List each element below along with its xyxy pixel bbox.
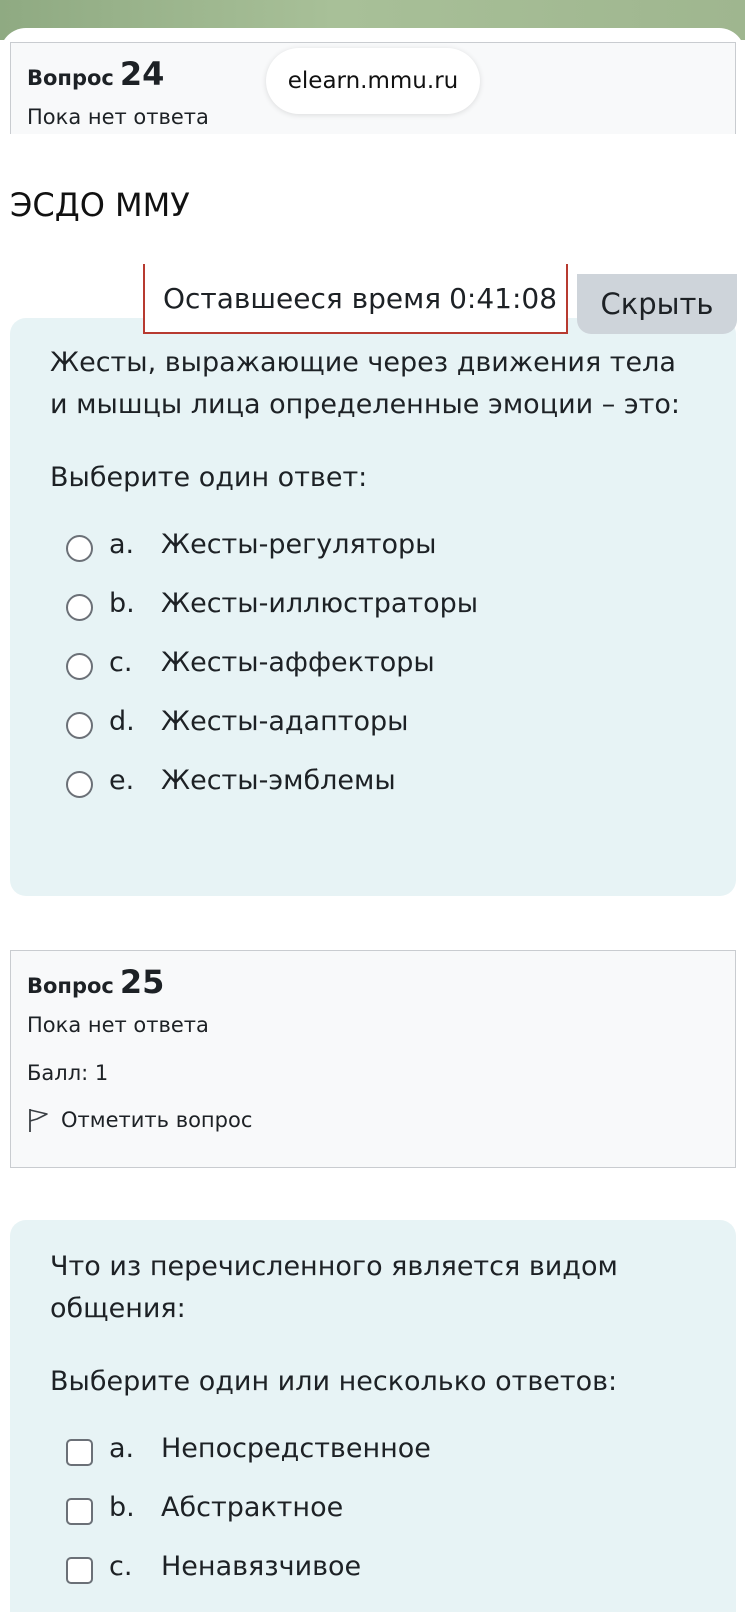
answer-option-a[interactable]: a. Жесты-регуляторы [50,515,736,574]
question-info-25: Вопрос 25 Пока нет ответа Балл: 1 Отмети… [10,950,736,1168]
hide-timer-button[interactable]: Скрыть [577,274,737,334]
answer-prompt: Выберите один или несколько ответов: [50,1366,618,1397]
question-number: Вопрос 25 [27,963,719,1001]
answer-label[interactable]: Жесты-адапторы [161,706,408,737]
radio-button[interactable] [66,594,93,621]
timer-label: Оставшееся время [163,281,442,315]
checkbox[interactable] [66,1557,93,1584]
answer-label[interactable]: Ненавязчивое [161,1551,361,1582]
answer-label[interactable]: Жесты-регуляторы [161,529,436,560]
answer-option-b[interactable]: b. Жесты-иллюстраторы [50,574,736,633]
radio-button[interactable] [66,653,93,680]
answer-option-b[interactable]: b. Абстрактное [50,1478,736,1537]
answer-list: a. Непосредственное b. Абстрактное c. Не… [50,1419,736,1596]
question-grade: Балл: 1 [27,1061,109,1085]
address-bar[interactable]: elearn.mmu.ru [266,48,480,114]
answer-option-e[interactable]: e. Жесты-эмблемы [50,751,736,810]
answer-label[interactable]: Жесты-аффекторы [161,647,435,678]
address-bar-url: elearn.mmu.ru [287,68,459,94]
answer-label[interactable]: Абстрактное [161,1492,343,1523]
question-formulation-25: Что из перечисленного является видом общ… [10,1220,736,1612]
answer-letter: b. [109,588,135,619]
site-header: ЭСДО ММУ [0,134,745,274]
answer-option-c[interactable]: c. Ненавязчивое [50,1537,736,1596]
quiz-timer: Оставшееся время 0:41:08 [143,264,568,334]
question-text: Жесты, выражающие через движения тела и … [50,347,681,420]
flag-icon [29,1109,48,1132]
question-number-value: 24 [119,55,165,93]
radio-button[interactable] [66,771,93,798]
radio-button[interactable] [66,712,93,739]
answer-option-c[interactable]: c. Жесты-аффекторы [50,633,736,692]
flag-question-link[interactable]: Отметить вопрос [27,1107,719,1133]
answer-letter: e. [109,765,135,796]
question-label: Вопрос [27,974,114,998]
question-state: Пока нет ответа [27,1013,209,1037]
answer-label[interactable]: Жесты-эмблемы [161,765,396,796]
answer-letter: b. [109,1492,135,1523]
hide-timer-label: Скрыть [600,287,714,321]
answer-prompt: Выберите один ответ: [50,462,368,493]
question-label: Вопрос [27,66,114,90]
radio-button[interactable] [66,535,93,562]
answer-list: a. Жесты-регуляторы b. Жесты-иллюстратор… [50,515,736,810]
answer-option-a[interactable]: a. Непосредственное [50,1419,736,1478]
answer-letter: a. [109,529,135,560]
site-title[interactable]: ЭСДО ММУ [10,186,190,224]
answer-option-d[interactable]: d. Жесты-адапторы [50,692,736,751]
question-text: Что из перечисленного является видом общ… [50,1251,618,1324]
question-number-value: 25 [119,963,165,1001]
answer-letter: d. [109,706,135,737]
timer-value: 0:41:08 [449,281,558,315]
checkbox[interactable] [66,1498,93,1525]
answer-letter: c. [109,1551,133,1582]
answer-letter: a. [109,1433,135,1464]
answer-label[interactable]: Жесты-иллюстраторы [161,588,478,619]
answer-label[interactable]: Непосредственное [161,1433,431,1464]
checkbox[interactable] [66,1439,93,1466]
question-formulation-24: Жесты, выражающие через движения тела и … [10,318,736,896]
flag-question-label: Отметить вопрос [61,1108,253,1132]
answer-letter: c. [109,647,133,678]
